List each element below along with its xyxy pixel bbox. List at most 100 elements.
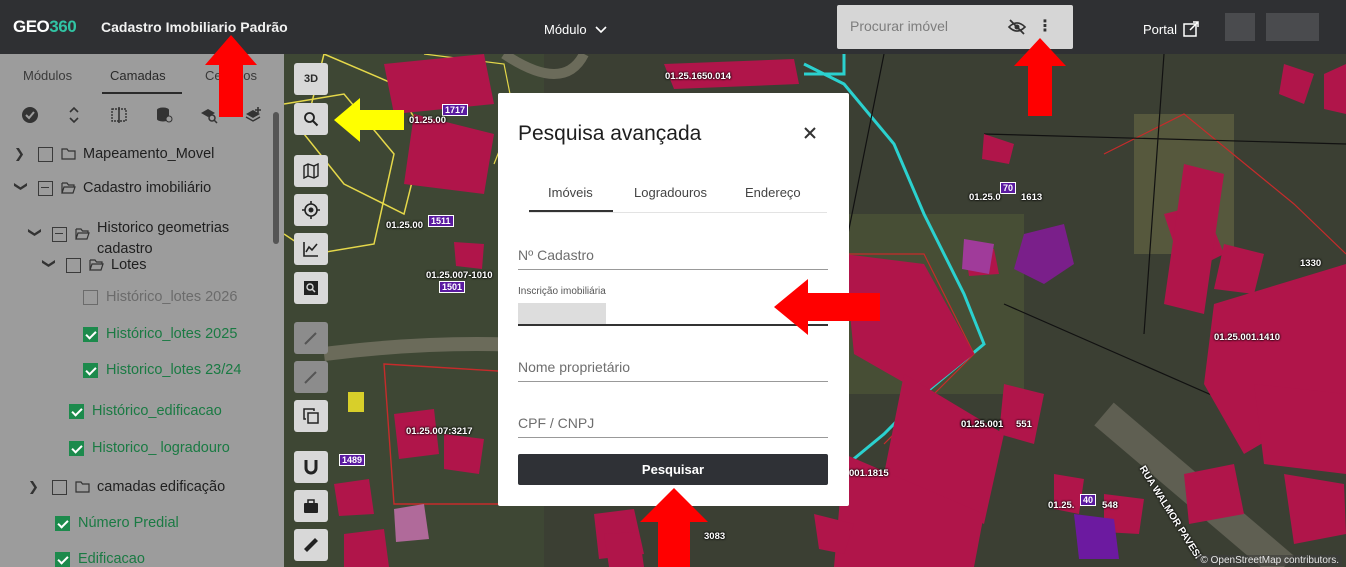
cadastro-field[interactable]: Nº Cadastro [518,247,828,270]
tree-item-lotes-2025[interactable]: Histórico_lotes 2025 [83,326,237,342]
tree-item-cadastro-imobiliario[interactable]: ❯ Cadastro imobiliário [14,180,211,196]
search-button[interactable] [294,103,328,135]
chevron-right-icon[interactable]: ❯ [14,146,28,162]
tree-item-label: Edificacao [78,551,145,567]
copy-button[interactable] [294,400,328,432]
tree-item-label: Lotes [111,257,147,273]
layer-checkbox[interactable] [38,146,53,162]
layer-checkbox[interactable] [83,326,98,342]
copy-icon [303,408,319,424]
layer-checkbox[interactable] [69,403,84,419]
inscricao-field-value-blurred[interactable] [518,303,606,325]
chevron-down-icon[interactable]: ❯ [41,258,57,272]
parcel-label: 1613 [1021,192,1043,203]
database-icon[interactable] [153,104,175,126]
sidebar-scrollbar[interactable] [273,112,279,244]
parcel-label: 01.25.007-1010 [426,270,493,281]
tree-item-label: Mapeamento_Movel [83,146,215,162]
3d-view-button[interactable]: 3D [294,63,328,95]
toolbox-button[interactable] [294,490,328,522]
tree-item-label: Historico geometrias cadastro [97,218,229,260]
expand-collapse-icon[interactable] [63,104,85,126]
tree-item-label: Histórico_edificacao [92,403,222,419]
layer-checkbox[interactable] [52,479,67,495]
tree-item-camadas-edificacao[interactable]: ❯ camadas edificação [28,479,225,495]
parcel-label: 01.25.0 [969,192,1001,203]
tree-item-edificacao[interactable]: Histórico_edificacao [69,403,222,419]
search-icon [304,112,319,127]
tab-modulos[interactable]: Módulos [23,68,72,83]
check-all-icon[interactable] [19,104,41,126]
tree-item-lotes[interactable]: ❯ Lotes [42,257,146,273]
tab-logradouros[interactable]: Logradouros [634,185,707,200]
module-dropdown[interactable]: Módulo [544,22,607,37]
tab-divider [529,212,827,213]
zoom-area-button[interactable] [294,272,328,304]
layer-checkbox[interactable] [83,362,98,378]
annotation-arrow-up [1014,38,1066,116]
tree-item-historico-geometrias[interactable]: ❯ Historico geometrias cadastro [28,208,229,260]
draw-line-button[interactable] [294,322,328,354]
parcel-number: 1489 [339,454,366,466]
chart-button[interactable] [294,233,328,265]
tree-item-logradouro[interactable]: Historico_ logradouro [69,440,230,456]
inscricao-label: Inscrição imobiliária [518,286,606,297]
tree-item-lotes-2324[interactable]: Historico_lotes 23/24 [83,362,241,378]
parcel-label: 01.25.001.1410 [1214,332,1281,343]
portal-link[interactable]: Portal [1143,21,1199,37]
tab-imoveis[interactable]: Imóveis [548,185,593,200]
measure-button[interactable] [294,529,328,561]
tree-item-label: Historico_lotes 23/24 [106,362,242,378]
layer-checkbox[interactable] [69,440,84,456]
portal-label: Portal [1143,21,1177,37]
parcel-number: 1501 [439,281,466,293]
parcel-label: 01.25.00 [386,220,423,231]
layer-checkbox[interactable] [66,257,81,273]
edit-button[interactable] [294,361,328,393]
chevron-down-icon[interactable]: ❯ [13,181,29,195]
folder-icon [61,148,76,160]
chevron-down-icon [595,25,607,33]
hide-results-icon[interactable] [1007,18,1027,36]
chevron-right-icon[interactable]: ❯ [28,479,42,495]
pencil-icon [304,371,317,384]
locate-button[interactable] [294,194,328,226]
compare-icon[interactable] [108,104,130,126]
tab-endereco[interactable]: Endereço [745,185,801,200]
annotation-arrow-left [334,98,404,142]
tree-item-numero-predial[interactable]: Número Predial [55,515,179,531]
geo360-logo[interactable]: GEO360 [13,17,77,37]
annotation-arrow-up [640,488,708,567]
close-icon[interactable] [800,123,820,143]
chart-icon [303,242,318,257]
layer-checkbox[interactable] [55,515,70,531]
parcel-number: 40 [1080,494,1097,506]
tree-item-mapeamento-movel[interactable]: ❯ Mapeamento_Movel [14,146,214,162]
tree-item-lotes-2026[interactable]: Histórico_lotes 2026 [83,289,237,305]
chevron-down-icon[interactable]: ❯ [27,227,43,241]
proprietario-field[interactable]: Nome proprietário [518,359,828,382]
user-avatar[interactable] [1225,13,1255,41]
search-submit-button[interactable]: Pesquisar [518,454,828,485]
layer-checkbox[interactable] [83,289,98,305]
tree-item-label: Número Predial [78,515,179,531]
tree-item-label: camadas edificação [97,479,226,495]
tree-item-edificacao2[interactable]: Edificacao [55,551,145,567]
crosshair-icon [302,201,320,219]
basemap-button[interactable] [294,155,328,187]
dialog-title: Pesquisa avançada [518,122,702,145]
snap-button[interactable] [294,451,328,483]
cpf-cnpj-field[interactable]: CPF / CNPJ [518,415,828,438]
layer-checkbox[interactable] [55,551,70,567]
parcel-label: 01.25.00 [409,115,446,126]
layer-checkbox[interactable] [38,180,53,196]
briefcase-icon [304,499,318,513]
more-options-icon[interactable]: ⋮ [1037,17,1053,37]
folder-open-icon [61,182,76,194]
ruler-icon [304,538,318,552]
layer-checkbox[interactable] [52,226,67,242]
map-icon [303,163,319,179]
folder-open-icon [89,259,104,271]
user-name-blurred[interactable] [1266,13,1319,41]
tab-camadas[interactable]: Camadas [110,68,166,83]
